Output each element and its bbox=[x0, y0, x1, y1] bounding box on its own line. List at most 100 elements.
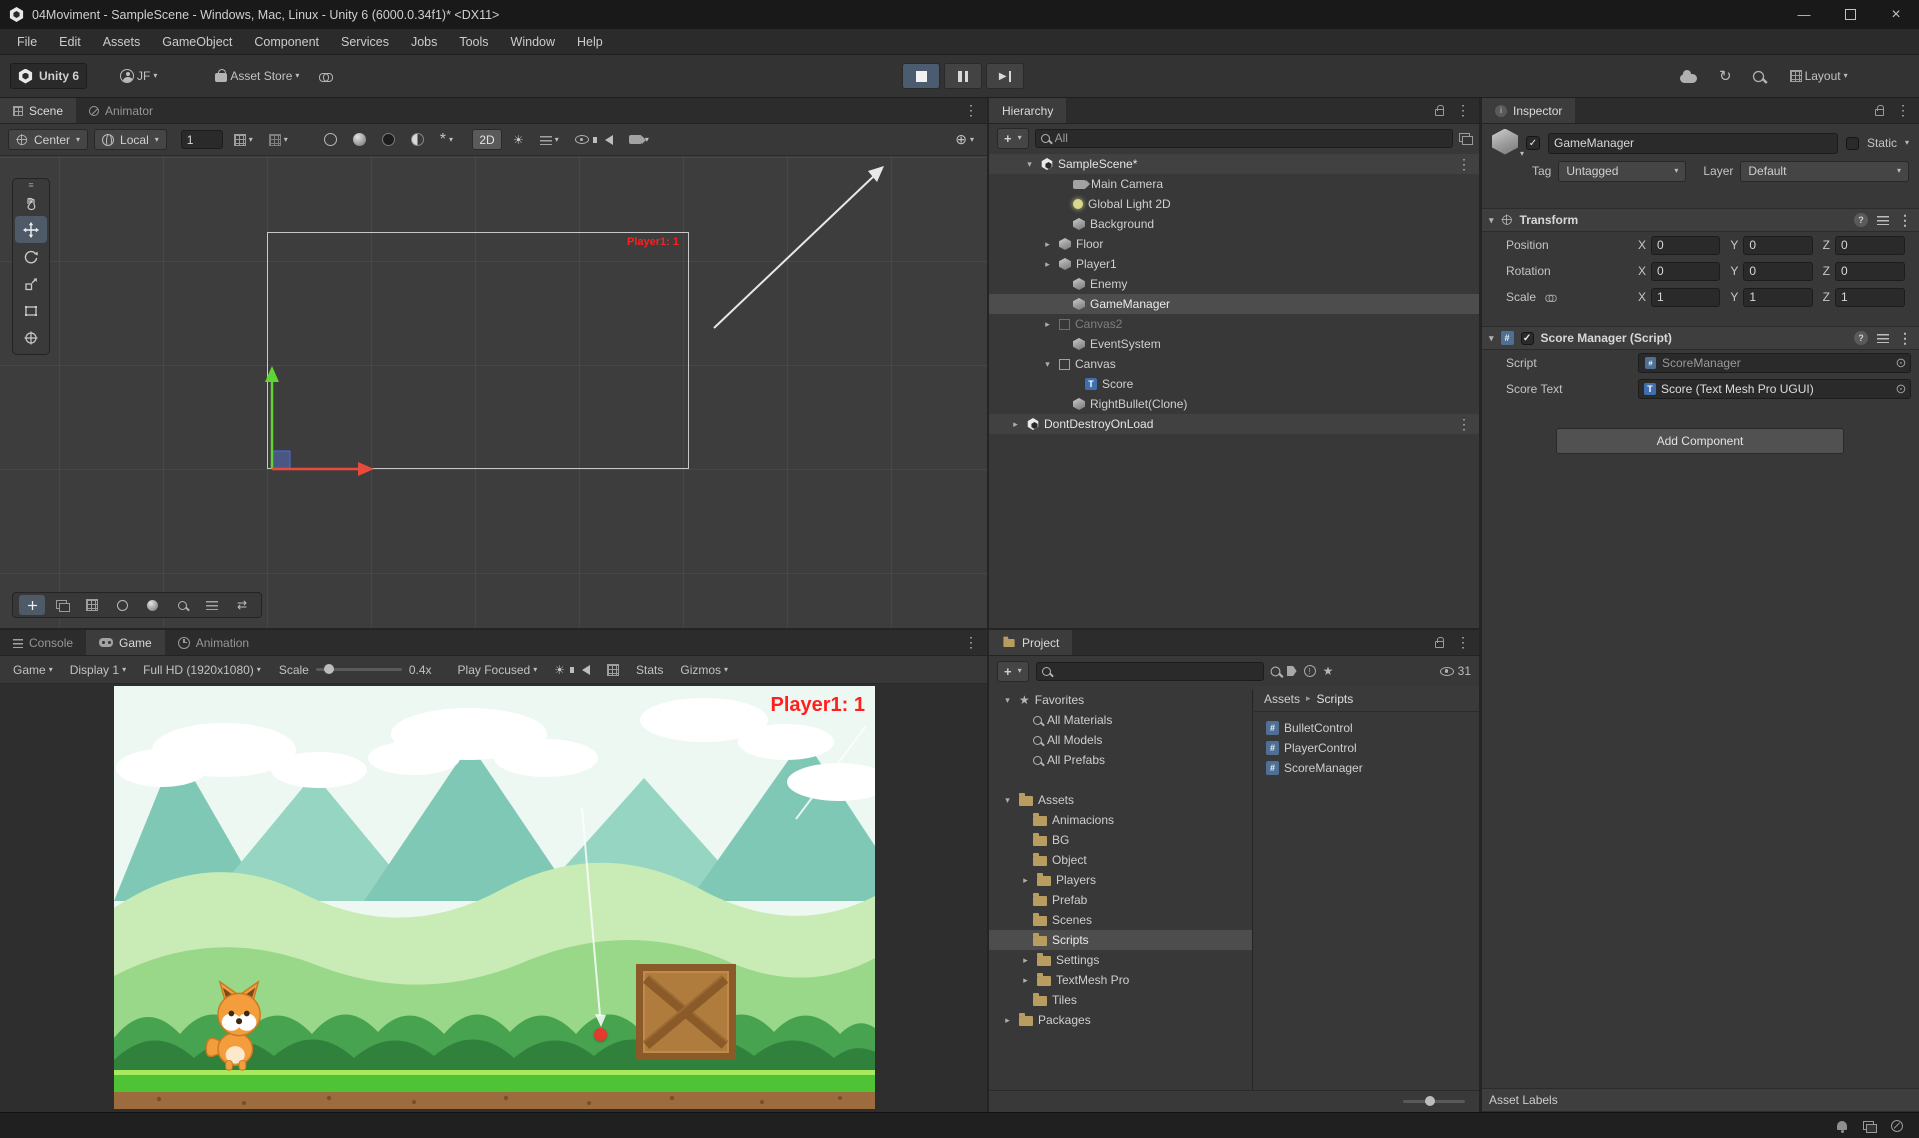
layer-dropdown[interactable]: Default▾ bbox=[1740, 161, 1909, 182]
menu-tools[interactable]: Tools bbox=[448, 29, 499, 55]
shaded-mode-button[interactable] bbox=[319, 129, 342, 151]
hierarchy-search-input[interactable]: All bbox=[1035, 129, 1453, 148]
shuffle-overlay-icon[interactable]: ⇄ bbox=[229, 595, 255, 615]
scale-y-input[interactable] bbox=[1743, 288, 1812, 307]
favorite-all-materials[interactable]: All Materials bbox=[989, 710, 1252, 730]
tab-hierarchy[interactable]: Hierarchy bbox=[989, 98, 1066, 123]
rotate-tool-button[interactable] bbox=[15, 243, 47, 270]
add-component-button[interactable]: Add Component bbox=[1556, 428, 1844, 454]
favorites-section[interactable]: ▾ ★ Favorites bbox=[989, 690, 1252, 710]
move-tool-button[interactable] bbox=[15, 216, 47, 243]
scale-x-input[interactable] bbox=[1651, 288, 1720, 307]
foldout-expanded-icon[interactable]: ▾ bbox=[1001, 695, 1014, 706]
menu-window[interactable]: Window bbox=[500, 29, 566, 55]
component-enabled-checkbox[interactable]: ✓ bbox=[1521, 332, 1534, 345]
search-overlay-icon[interactable] bbox=[169, 595, 195, 615]
rotation-y-input[interactable] bbox=[1743, 262, 1812, 281]
history-icon[interactable]: ↻ bbox=[1719, 67, 1732, 85]
version-control-button[interactable] bbox=[314, 65, 338, 87]
transform-gizmo[interactable] bbox=[0, 156, 987, 628]
scale-slider-handle[interactable] bbox=[324, 664, 334, 674]
step-button[interactable]: ▶ bbox=[986, 63, 1024, 89]
stop-button[interactable] bbox=[902, 63, 940, 89]
display-dropdown[interactable]: Display 1▾ bbox=[65, 659, 131, 681]
notifications-icon[interactable] bbox=[1837, 1121, 1847, 1130]
search-icon[interactable] bbox=[1752, 70, 1763, 81]
thumbnail-zoom-handle[interactable] bbox=[1425, 1096, 1435, 1106]
folder-scripts[interactable]: Scripts bbox=[989, 930, 1252, 950]
pause-button[interactable] bbox=[944, 63, 982, 89]
toggle-2d-button[interactable]: 2D bbox=[472, 129, 502, 150]
packages-section[interactable]: ▸ Packages bbox=[989, 1010, 1252, 1030]
component-menu-icon[interactable]: ⋮ bbox=[1898, 212, 1912, 229]
folder-bg[interactable]: BG bbox=[989, 830, 1252, 850]
effects-dropdown[interactable]: *▾ bbox=[435, 129, 458, 151]
tab-animation[interactable]: Animation bbox=[165, 630, 262, 655]
tag-dropdown[interactable]: Untagged▾ bbox=[1558, 161, 1686, 182]
snap-overlay-icon[interactable] bbox=[49, 595, 75, 615]
position-z-input[interactable] bbox=[1835, 236, 1905, 255]
transform-header[interactable]: ▾ Transform ? ⋮ bbox=[1482, 208, 1919, 232]
dark-sphere-button[interactable] bbox=[377, 129, 400, 151]
folder-textmesh-pro[interactable]: ▸TextMesh Pro bbox=[989, 970, 1252, 990]
game-view-dropdown[interactable]: Game▾ bbox=[8, 659, 58, 681]
search-by-label-icon[interactable] bbox=[1287, 666, 1297, 676]
folder-object[interactable]: Object bbox=[989, 850, 1252, 870]
asset-store-dropdown[interactable]: Asset Store ▾ bbox=[210, 65, 304, 87]
hierarchy-row-global-light[interactable]: Global Light 2D bbox=[989, 194, 1479, 214]
scale-z-input[interactable] bbox=[1835, 288, 1905, 307]
thumbnail-zoom-slider[interactable] bbox=[1403, 1100, 1465, 1103]
lighting-toggle-button[interactable]: ☀ bbox=[508, 129, 529, 151]
lock-icon[interactable] bbox=[1875, 109, 1884, 116]
hierarchy-row-gamemanager[interactable]: GameManager bbox=[989, 294, 1479, 314]
grid-size-input[interactable] bbox=[181, 130, 223, 149]
cloud-icon[interactable] bbox=[1680, 74, 1697, 83]
asset-labels-section[interactable]: Asset Labels bbox=[1482, 1088, 1919, 1112]
half-sphere-button[interactable] bbox=[406, 129, 429, 151]
file-playercontrol[interactable]: #PlayerControl bbox=[1254, 738, 1479, 758]
layout-dropdown[interactable]: Layout ▾ bbox=[1785, 65, 1853, 87]
active-checkbox[interactable]: ✓ bbox=[1526, 136, 1540, 150]
cache-server-icon[interactable] bbox=[1863, 1121, 1875, 1131]
folder-scenes[interactable]: Scenes bbox=[989, 910, 1252, 930]
grid-snap-dropdown[interactable]: ▾ bbox=[229, 129, 258, 151]
panel-menu-icon[interactable]: ⋮ bbox=[964, 102, 978, 119]
help-icon[interactable]: ? bbox=[1854, 331, 1868, 345]
account-dropdown[interactable]: JF ▾ bbox=[115, 65, 162, 87]
search-filter-icon[interactable] bbox=[1459, 133, 1471, 143]
progress-status-icon[interactable] bbox=[1891, 1120, 1903, 1132]
lock-icon[interactable] bbox=[1435, 109, 1444, 116]
folder-tiles[interactable]: Tiles bbox=[989, 990, 1252, 1010]
favorite-all-prefabs[interactable]: All Prefabs bbox=[989, 750, 1252, 770]
menu-help[interactable]: Help bbox=[566, 29, 614, 55]
foldout-expanded-icon[interactable]: ▾ bbox=[1489, 333, 1494, 344]
hierarchy-row-player1[interactable]: ▸Player1 bbox=[989, 254, 1479, 274]
menu-gameobject[interactable]: GameObject bbox=[151, 29, 243, 55]
create-object-dropdown[interactable]: +▾ bbox=[997, 128, 1029, 149]
position-y-input[interactable] bbox=[1743, 236, 1812, 255]
score-manager-header[interactable]: ▾ # ✓ Score Manager (Script) ? ⋮ bbox=[1482, 326, 1919, 350]
sphere-overlay-icon[interactable] bbox=[109, 595, 135, 615]
foldout-collapsed-icon[interactable]: ▸ bbox=[1009, 419, 1022, 430]
foldout-expanded-icon[interactable]: ▾ bbox=[1489, 215, 1494, 226]
game-viewport[interactable]: Player1: 1 bbox=[0, 684, 987, 1112]
resolution-dropdown[interactable]: Full HD (1920x1080)▾ bbox=[138, 659, 266, 681]
folder-settings[interactable]: ▸Settings bbox=[989, 950, 1252, 970]
foldout-collapsed-icon[interactable]: ▸ bbox=[1041, 259, 1054, 270]
file-bulletcontrol[interactable]: #BulletControl bbox=[1254, 718, 1479, 738]
hierarchy-row-rightbullet[interactable]: RightBullet(Clone) bbox=[989, 394, 1479, 414]
menu-edit[interactable]: Edit bbox=[48, 29, 92, 55]
audio-toggle-button[interactable] bbox=[600, 129, 618, 151]
tab-game[interactable]: Game bbox=[86, 630, 165, 655]
hierarchy-row-eventsystem[interactable]: EventSystem bbox=[989, 334, 1479, 354]
shading-sphere-button[interactable] bbox=[348, 129, 371, 151]
gizmos-dropdown[interactable]: Gizmos▾ bbox=[675, 659, 733, 681]
search-by-type-icon[interactable] bbox=[1270, 666, 1280, 676]
panel-menu-icon[interactable]: ⋮ bbox=[964, 634, 978, 651]
hierarchy-row-score[interactable]: TScore bbox=[989, 374, 1479, 394]
unity-version-badge[interactable]: Unity 6 bbox=[10, 63, 87, 89]
chevron-down-icon[interactable]: ▾ bbox=[1905, 139, 1909, 147]
snap-increment-dropdown[interactable]: ▾ bbox=[264, 129, 293, 151]
overlay-drag-handle[interactable]: ≡ bbox=[28, 181, 33, 189]
tab-animator[interactable]: Animator bbox=[76, 98, 166, 123]
